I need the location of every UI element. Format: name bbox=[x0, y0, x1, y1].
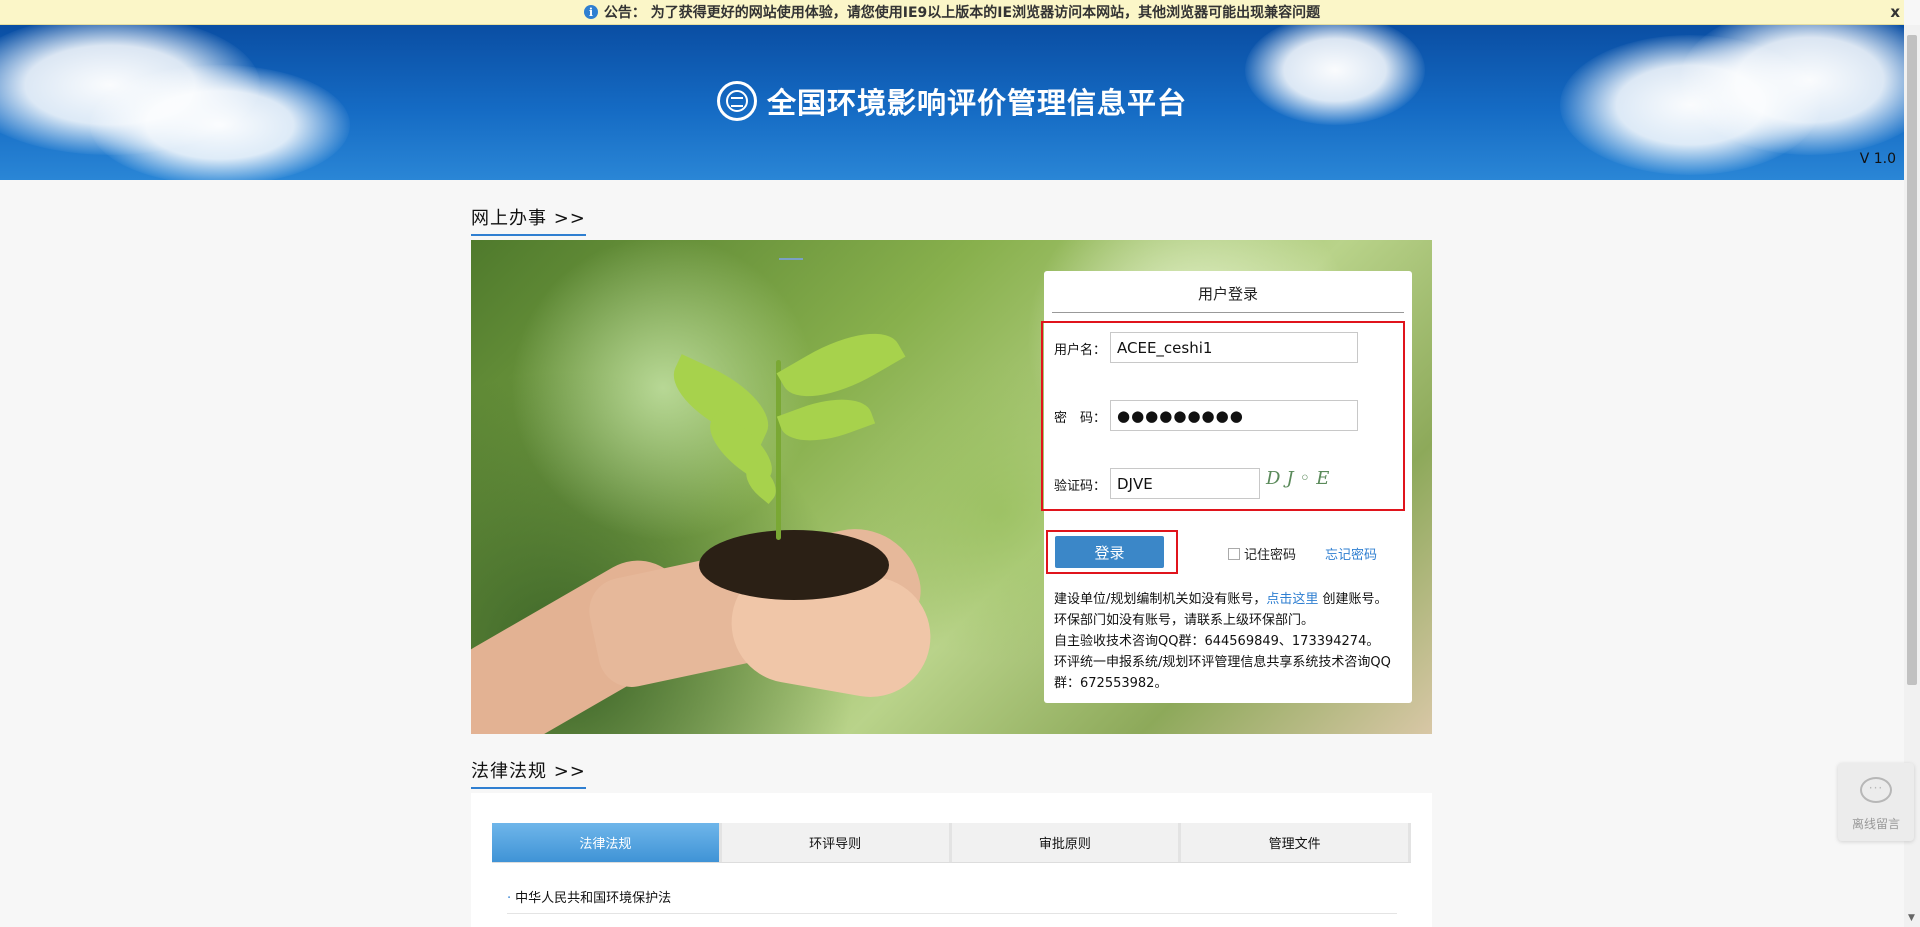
emblem-icon bbox=[716, 81, 757, 121]
law-list-item[interactable]: · 中华人民共和国环境保护法 bbox=[507, 887, 671, 906]
captcha-image[interactable]: DJ◦E bbox=[1266, 468, 1366, 498]
notice-text: 公告： 为了获得更好的网站使用体验，请您使用IE9以上版本的IE浏览器访问本网站… bbox=[603, 5, 1321, 21]
section-title-online: 网上办事 >> bbox=[471, 204, 586, 236]
info-line: 自主验收技术咨询QQ群：644569849、173394274。 bbox=[1054, 634, 1380, 649]
scrollbar-thumb[interactable] bbox=[1907, 35, 1917, 685]
hero-leaf bbox=[776, 385, 876, 455]
register-link[interactable]: 点击这里 bbox=[1266, 592, 1318, 607]
hero-sprout-stem bbox=[776, 360, 781, 540]
hero-soil bbox=[699, 530, 889, 600]
notice-bar: i 公告： 为了获得更好的网站使用体验，请您使用IE9以上版本的IE浏览器访问本… bbox=[0, 0, 1904, 25]
offline-message-label: 离线留言 bbox=[1851, 817, 1900, 831]
login-button[interactable]: 登录 bbox=[1055, 536, 1164, 568]
bullet-icon: · bbox=[507, 891, 512, 906]
carousel-indicator[interactable] bbox=[779, 258, 803, 260]
offline-message-widget[interactable]: ··· 离线留言 bbox=[1838, 763, 1914, 841]
username-input[interactable] bbox=[1110, 332, 1358, 363]
captcha-label: 验证码： bbox=[1054, 479, 1107, 494]
divider bbox=[507, 913, 1397, 914]
tab-management-documents[interactable]: 管理文件 bbox=[1181, 823, 1411, 862]
site-title: 全国环境影响评价管理信息平台 bbox=[0, 80, 1904, 122]
login-panel: 用户登录 用户名： 密 码： 验证码： DJ◦E 登录 记住密码 忘记密码 建设… bbox=[1041, 271, 1414, 703]
law-item-title: 中华人民共和国环境保护法 bbox=[515, 891, 672, 906]
laws-panel: 法律法规 环评导则 审批原则 管理文件 · 中华人民共和国环境保护法 bbox=[471, 793, 1432, 927]
username-label: 用户名： bbox=[1054, 343, 1107, 358]
close-icon[interactable]: x bbox=[1890, 3, 1900, 21]
forgot-password-link[interactable]: 忘记密码 bbox=[1325, 544, 1377, 563]
site-header: 全国环境影响评价管理信息平台 V 1.0 bbox=[0, 25, 1904, 180]
login-info: 建设单位/规划编制机关如没有账号，点击这里 创建账号。 环保部门如没有账号，请联… bbox=[1054, 589, 1414, 694]
login-title: 用户登录 bbox=[1052, 283, 1404, 313]
remember-label: 记住密码 bbox=[1244, 548, 1297, 563]
chat-bubble-icon: ··· bbox=[1860, 777, 1892, 803]
info-icon: i bbox=[583, 5, 598, 19]
info-line: 建设单位/规划编制机关如没有账号，点击这里 创建账号。 bbox=[1054, 592, 1388, 607]
remember-password[interactable]: 记住密码 bbox=[1228, 544, 1296, 563]
password-input[interactable] bbox=[1110, 400, 1358, 431]
site-title-text: 全国环境影响评价管理信息平台 bbox=[766, 86, 1187, 120]
laws-tabs: 法律法规 环评导则 审批原则 管理文件 bbox=[492, 823, 1411, 863]
section-title-laws: 法律法规 >> bbox=[471, 757, 586, 789]
remember-checkbox[interactable] bbox=[1228, 547, 1240, 560]
scroll-down-arrow-icon[interactable]: ▼ bbox=[1908, 913, 1915, 923]
tab-eia-guidelines[interactable]: 环评导则 bbox=[722, 823, 952, 862]
tab-laws[interactable]: 法律法规 bbox=[492, 823, 722, 862]
tab-approval-principles[interactable]: 审批原则 bbox=[952, 823, 1182, 862]
version-label: V 1.0 bbox=[1859, 151, 1896, 167]
captcha-input[interactable] bbox=[1110, 468, 1260, 499]
info-line: 环评统一申报系统/规划环评管理信息共享系统技术咨询QQ群：672553982。 bbox=[1054, 655, 1391, 691]
info-line: 环保部门如没有账号，请联系上级环保部门。 bbox=[1054, 613, 1315, 628]
password-label: 密 码： bbox=[1054, 411, 1107, 426]
